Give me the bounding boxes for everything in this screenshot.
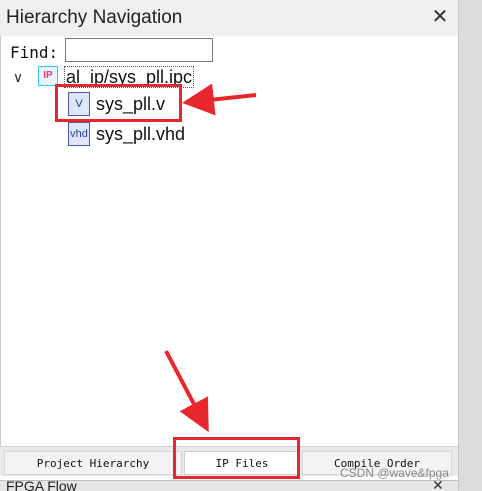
ip-core-icon: IP — [38, 66, 58, 86]
close-icon[interactable]: ✕ — [430, 4, 450, 30]
panel-title: Hierarchy Navigation — [6, 7, 183, 28]
find-input[interactable] — [65, 38, 213, 62]
vhdl-file-icon: vhd — [68, 122, 90, 146]
verilog-file-icon: V — [68, 92, 90, 116]
find-label: Find: — [10, 43, 59, 62]
chevron-down-icon[interactable]: ∨ — [10, 69, 26, 85]
fpga-flow-title: FPGA Flow — [6, 480, 77, 491]
tab-project-hierarchy[interactable]: Project Hierarchy — [4, 451, 182, 475]
tree-node-label: al_ip/sys_pll.ipc — [64, 66, 195, 88]
hierarchy-navigation-panel: Hierarchy Navigation ✕ Find: ∨ IP al_ip/… — [0, 0, 482, 491]
panel-title-bar: Hierarchy Navigation ✕ — [0, 0, 458, 37]
tree-node-label: sys_pll.v — [96, 94, 166, 114]
tree-node-label: sys_pll.vhd — [96, 124, 186, 144]
right-panel-edge — [458, 0, 482, 491]
close-icon[interactable]: ✕ — [432, 481, 444, 491]
fpga-flow-panel-header[interactable]: FPGA Flow ✕ — [0, 480, 458, 491]
tab-ip-files[interactable]: IP Files — [184, 451, 300, 475]
watermark-text: CSDN @wave&fpga — [340, 466, 449, 480]
